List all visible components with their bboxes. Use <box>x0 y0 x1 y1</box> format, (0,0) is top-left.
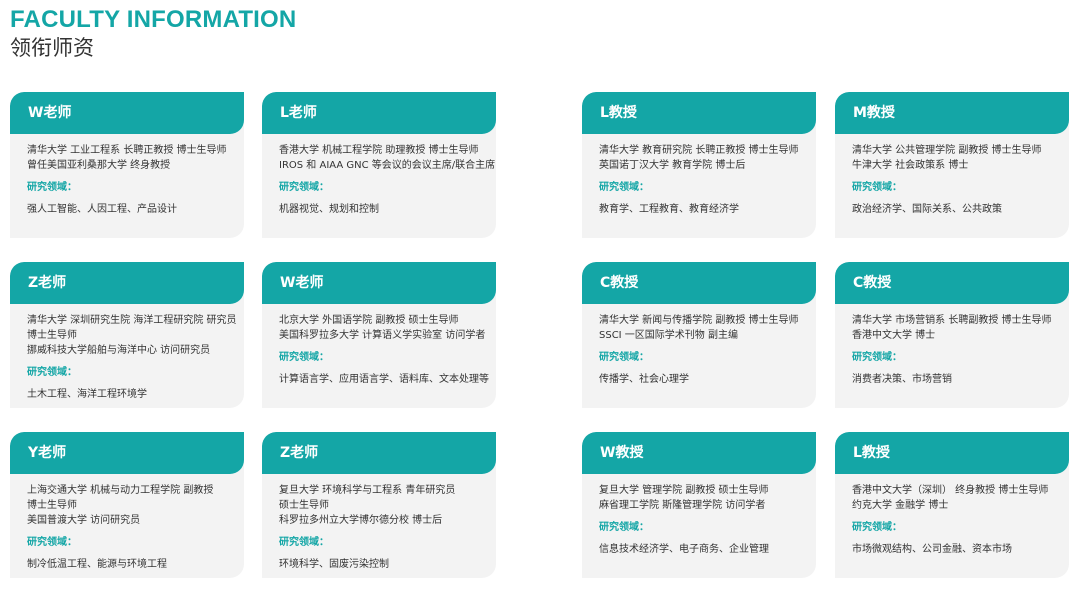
page-title-en: FACULTY INFORMATION <box>10 6 297 33</box>
faculty-card: Z老师复旦大学 环境科学与工程系 青年研究员 硕士生导师科罗拉多州立大学博尔德分校… <box>262 432 496 578</box>
faculty-bio-line: 清华大学 深圳研究生院 海洋工程研究院 研究员 <box>27 315 237 326</box>
faculty-name: L老师 <box>262 92 496 134</box>
research-field-value: 机器视觉、规划和控制 <box>279 204 379 215</box>
faculty-card: C教授清华大学 市场营销系 长聘副教授 博士生导师 香港中文大学 博士 研究领域： 消… <box>835 262 1069 408</box>
faculty-bio-line: 博士生导师 <box>27 500 77 511</box>
faculty-card: L老师香港大学 机械工程学院 助理教授 博士生导师 IROS 和 AIAA GNC… <box>262 92 496 238</box>
faculty-card-body: 上海交通大学 机械与动力工程学院 副教授 博士生导师美国普渡大学 访问研究员 研究领… <box>10 474 244 572</box>
faculty-card: W老师北京大学 外国语学院 副教授 硕士生导师美国科罗拉多大学 计算语义学实验室… <box>262 262 496 408</box>
page-title-cn: 领衔师资 <box>10 36 94 60</box>
research-field-value: 教育学、工程教育、教育经济学 <box>599 204 739 215</box>
faculty-card-body: 香港中文大学（深圳） 终身教授 博士生导师 约克大学 金融学 博士 研究领域： 市场微… <box>835 474 1069 557</box>
faculty-bio-line: SSCI 一区国际学术刊物 副主编 <box>599 330 738 341</box>
faculty-bio-line: 复旦大学 管理学院 副教授 硕士生导师 <box>599 485 769 496</box>
faculty-bio-line: 香港中文大学（深圳） 终身教授 博士生导师 <box>852 485 1049 496</box>
research-field-value: 市场微观结构、公司金融、资本市场 <box>852 544 1012 555</box>
faculty-bio-line: 清华大学 市场营销系 长聘副教授 博士生导师 <box>852 315 1052 326</box>
research-field-label: 研究领域： <box>279 352 329 363</box>
faculty-name: C教授 <box>835 262 1069 304</box>
faculty-bio-line: 清华大学 新闻与传播学院 副教授 博士生导师 <box>599 315 799 326</box>
faculty-card-body: 清华大学 深圳研究生院 海洋工程研究院 研究员 博士生导师挪威科技大学船舶与海洋中… <box>10 304 244 402</box>
faculty-bio-line: 香港中文大学 博士 <box>852 330 936 341</box>
faculty-card-body: 复旦大学 管理学院 副教授 硕士生导师 麻省理工学院 斯隆管理学院 访问学者 研究领… <box>582 474 816 557</box>
research-field-value: 制冷低温工程、能源与环境工程 <box>27 559 167 570</box>
research-field-value: 政治经济学、国际关系、公共政策 <box>852 204 1002 215</box>
faculty-name: L教授 <box>835 432 1069 474</box>
research-field-label: 研究领域： <box>279 182 329 193</box>
research-field-label: 研究领域： <box>27 182 77 193</box>
faculty-bio-line: 美国科罗拉多大学 计算语义学实验室 访问学者 <box>279 330 486 341</box>
faculty-card-body: 香港大学 机械工程学院 助理教授 博士生导师 IROS 和 AIAA GNC 等会… <box>262 134 496 217</box>
faculty-card-body: 复旦大学 环境科学与工程系 青年研究员 硕士生导师科罗拉多州立大学博尔德分校 博士… <box>262 474 496 572</box>
faculty-card-body: 清华大学 市场营销系 长聘副教授 博士生导师 香港中文大学 博士 研究领域： 消费者决… <box>835 304 1069 387</box>
research-field-label: 研究领域： <box>27 537 77 548</box>
faculty-name: W教授 <box>582 432 816 474</box>
research-field-value: 传播学、社会心理学 <box>599 374 689 385</box>
research-field-value: 土木工程、海洋工程环境学 <box>27 389 147 400</box>
research-field-label: 研究领域： <box>599 352 649 363</box>
research-field-label: 研究领域： <box>279 537 329 548</box>
faculty-bio-line: 麻省理工学院 斯隆管理学院 访问学者 <box>599 500 766 511</box>
faculty-card: W教授 复旦大学 管理学院 副教授 硕士生导师 麻省理工学院 斯隆管理学院 访问学者… <box>582 432 816 578</box>
faculty-name: W老师 <box>262 262 496 304</box>
faculty-card: Z老师清华大学 深圳研究生院 海洋工程研究院 研究员 博士生导师挪威科技大学船舶与… <box>10 262 244 408</box>
faculty-name: M教授 <box>835 92 1069 134</box>
faculty-card-body: 清华大学 公共管理学院 副教授 博士生导师 牛津大学 社会政策系 博士 研究领域： 政… <box>835 134 1069 217</box>
research-field-value: 强人工智能、人因工程、产品设计 <box>27 204 177 215</box>
faculty-card: Y老师上海交通大学 机械与动力工程学院 副教授 博士生导师美国普渡大学 访问研究员… <box>10 432 244 578</box>
research-field-value: 环境科学、固废污染控制 <box>279 559 389 570</box>
faculty-card-body: 北京大学 外国语学院 副教授 硕士生导师美国科罗拉多大学 计算语义学实验室 访问… <box>262 304 496 387</box>
faculty-bio-line: 挪威科技大学船舶与海洋中心 访问研究员 <box>27 345 211 356</box>
research-field-value: 计算语言学、应用语言学、语料库、文本处理等 <box>279 374 489 385</box>
faculty-bio-line: 曾任美国亚利桑那大学 终身教授 <box>27 160 171 171</box>
research-field-label: 研究领域： <box>852 352 902 363</box>
faculty-card: L教授 清华大学 教育研究院 长聘正教授 博士生导师 英国诺丁汉大学 教育学院 博士… <box>582 92 816 238</box>
faculty-bio-line: 科罗拉多州立大学博尔德分校 博士后 <box>279 515 443 526</box>
faculty-bio-line: 博士生导师 <box>27 330 77 341</box>
faculty-bio-line: 约克大学 金融学 博士 <box>852 500 949 511</box>
faculty-bio-line: 北京大学 外国语学院 副教授 硕士生导师 <box>279 315 459 326</box>
faculty-bio-line: 硕士生导师 <box>279 500 329 511</box>
faculty-bio-line: 复旦大学 环境科学与工程系 青年研究员 <box>279 485 456 496</box>
research-field-label: 研究领域： <box>27 367 77 378</box>
faculty-bio-line: 清华大学 公共管理学院 副教授 博士生导师 <box>852 145 1042 156</box>
faculty-bio-line: 清华大学 工业工程系 长聘正教授 博士生导师 <box>27 145 227 156</box>
faculty-card: L教授 香港中文大学（深圳） 终身教授 博士生导师 约克大学 金融学 博士 研究领域：… <box>835 432 1069 578</box>
faculty-name: C教授 <box>582 262 816 304</box>
faculty-name: L教授 <box>582 92 816 134</box>
research-field-value: 信息技术经济学、电子商务、企业管理 <box>599 544 769 555</box>
research-field-label: 研究领域： <box>852 522 902 533</box>
research-field-label: 研究领域： <box>599 182 649 193</box>
faculty-card-body: 清华大学 新闻与传播学院 副教授 博士生导师 SSCI 一区国际学术刊物 副主编研… <box>582 304 816 387</box>
faculty-bio-line: 牛津大学 社会政策系 博士 <box>852 160 969 171</box>
research-field-label: 研究领域： <box>599 522 649 533</box>
faculty-card-body: 清华大学 工业工程系 长聘正教授 博士生导师 曾任美国亚利桑那大学 终身教授 研究领… <box>10 134 244 217</box>
research-field-value: 消费者决策、市场营销 <box>852 374 952 385</box>
faculty-bio-line: 清华大学 教育研究院 长聘正教授 博士生导师 <box>599 145 799 156</box>
faculty-name: W老师 <box>10 92 244 134</box>
faculty-name: Z老师 <box>262 432 496 474</box>
faculty-card-body: 清华大学 教育研究院 长聘正教授 博士生导师 英国诺丁汉大学 教育学院 博士后 研究… <box>582 134 816 217</box>
faculty-bio-line: 美国普渡大学 访问研究员 <box>27 515 141 526</box>
faculty-name: Y老师 <box>10 432 244 474</box>
faculty-bio-line: 英国诺丁汉大学 教育学院 博士后 <box>599 160 746 171</box>
faculty-name: Z老师 <box>10 262 244 304</box>
faculty-card: W老师 清华大学 工业工程系 长聘正教授 博士生导师 曾任美国亚利桑那大学 终身教授… <box>10 92 244 238</box>
faculty-bio-line: 香港大学 机械工程学院 助理教授 博士生导师 <box>279 145 479 156</box>
faculty-bio-line: 上海交通大学 机械与动力工程学院 副教授 <box>27 485 214 496</box>
research-field-label: 研究领域： <box>852 182 902 193</box>
page-header: FACULTY INFORMATION 领衔师资 <box>10 6 296 62</box>
faculty-card: C教授清华大学 新闻与传播学院 副教授 博士生导师 SSCI 一区国际学术刊物 副… <box>582 262 816 408</box>
faculty-card: M教授 清华大学 公共管理学院 副教授 博士生导师 牛津大学 社会政策系 博士 研究领… <box>835 92 1069 238</box>
faculty-bio-line: IROS 和 AIAA GNC 等会议的会议主席/联合主席 <box>279 160 496 171</box>
